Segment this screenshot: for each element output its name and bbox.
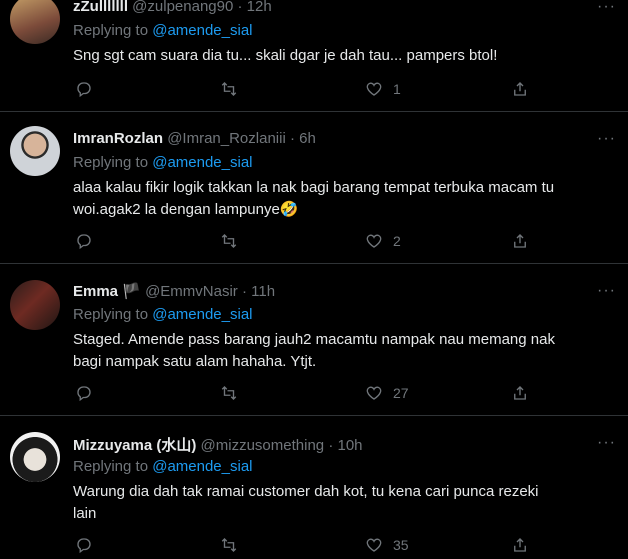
like-count: 35 xyxy=(393,537,409,553)
tweet-text-line: Staged. Amende pass barang jauh2 macamtu… xyxy=(73,331,555,348)
heart-icon xyxy=(366,234,382,248)
flag-icon: 🏴 xyxy=(122,283,141,300)
display-name[interactable]: ImranRozlan xyxy=(73,130,163,147)
share-button[interactable] xyxy=(511,384,529,402)
share-button[interactable] xyxy=(511,536,529,554)
separator: · xyxy=(328,437,334,454)
replying-to-handle[interactable]: @amende_sial xyxy=(152,458,252,475)
timestamp[interactable]: 10h xyxy=(337,437,362,454)
separator: · xyxy=(237,0,243,15)
separator: · xyxy=(241,283,247,300)
tweet-text: alaa kalau fikir logik takkan la nak bag… xyxy=(73,177,613,221)
replying-to-handle[interactable]: @amende_sial xyxy=(152,22,252,39)
timestamp[interactable]: 6h xyxy=(299,130,316,147)
heart-icon xyxy=(366,538,382,552)
tweet[interactable]: Emma 🏴 @EmmvNasir · 11h ··· Replying to … xyxy=(0,264,628,416)
tweet-text: Warung dia dah tak ramai customer dah ko… xyxy=(73,481,613,525)
retweet-button[interactable] xyxy=(220,536,238,554)
replying-to: Replying to @amende_sial xyxy=(73,458,253,475)
reply-icon xyxy=(77,82,91,98)
more-options-icon[interactable]: ··· xyxy=(597,0,616,16)
avatar[interactable] xyxy=(10,432,60,482)
avatar[interactable] xyxy=(10,126,60,176)
reply-icon xyxy=(77,234,91,250)
share-icon xyxy=(514,386,526,400)
tweet-text-line: Warung dia dah tak ramai customer dah ko… xyxy=(73,483,539,500)
user-handle[interactable]: @Imran_Rozlaniii xyxy=(167,130,286,147)
reply-button[interactable] xyxy=(75,384,93,402)
reply-icon xyxy=(77,538,91,554)
display-name[interactable]: Mizzuyama (水山) xyxy=(73,437,196,454)
timestamp[interactable]: 11h xyxy=(251,283,275,300)
retweet-icon xyxy=(221,386,237,400)
replying-to-label: Replying to xyxy=(73,306,149,323)
separator: · xyxy=(289,130,295,147)
tweet-text: Sng sgt cam suara dia tu... skali dgar j… xyxy=(73,45,613,67)
tweet-header: Mizzuyama (水山) @mizzusomething · 10h xyxy=(73,434,363,455)
like-count: 27 xyxy=(393,385,409,401)
replying-to-label: Replying to xyxy=(73,22,149,39)
reply-icon xyxy=(77,386,91,402)
display-name[interactable]: Emma xyxy=(73,283,118,300)
reply-button[interactable] xyxy=(75,232,93,250)
like-count: 2 xyxy=(393,233,401,249)
tweet-text-line: Sng sgt cam suara dia tu... skali dgar j… xyxy=(73,47,498,64)
display-name[interactable]: zZulllllll xyxy=(73,0,128,15)
retweet-icon xyxy=(221,82,237,96)
replying-to-handle[interactable]: @amende_sial xyxy=(152,306,252,323)
heart-icon xyxy=(366,82,382,96)
like-count: 1 xyxy=(393,81,401,97)
share-icon xyxy=(514,234,526,248)
tweet-header: zZulllllll @zulpenang90 · 12h xyxy=(73,0,272,15)
tweet-header: Emma 🏴 @EmmvNasir · 11h xyxy=(73,282,275,300)
share-icon xyxy=(514,538,526,552)
reply-button[interactable] xyxy=(75,80,93,98)
retweet-icon xyxy=(221,538,237,552)
tweet-text-line: bagi nampak satu alam hahaha. Ytjt. xyxy=(73,353,317,370)
share-button[interactable] xyxy=(511,80,529,98)
tweet[interactable]: zZulllllll @zulpenang90 · 12h ··· Replyi… xyxy=(0,0,628,112)
user-handle[interactable]: @zulpenang90 xyxy=(132,0,233,15)
replying-to-label: Replying to xyxy=(73,154,149,171)
tweet-header: ImranRozlan @Imran_Rozlaniii · 6h xyxy=(73,130,316,147)
retweet-button[interactable] xyxy=(220,80,238,98)
like-button[interactable]: 2 xyxy=(365,232,401,250)
like-button[interactable]: 35 xyxy=(365,536,409,554)
tweet-text: Staged. Amende pass barang jauh2 macamtu… xyxy=(73,329,613,373)
more-options-icon[interactable]: ··· xyxy=(597,282,616,300)
replying-to-label: Replying to xyxy=(73,458,149,475)
tweet-text-line: alaa kalau fikir logik takkan la nak bag… xyxy=(73,179,555,196)
tweet-text-line: lain xyxy=(73,505,97,522)
timestamp[interactable]: 12h xyxy=(247,0,272,15)
retweet-button[interactable] xyxy=(220,384,238,402)
like-button[interactable]: 27 xyxy=(365,384,409,402)
tweet-text-line: woi.agak2 la dengan lampunye🤣 xyxy=(73,201,299,218)
more-options-icon[interactable]: ··· xyxy=(597,130,616,148)
user-handle[interactable]: @mizzusomething xyxy=(201,437,325,454)
avatar[interactable] xyxy=(10,280,60,330)
replying-to: Replying to @amende_sial xyxy=(73,22,253,39)
replying-to-handle[interactable]: @amende_sial xyxy=(152,154,252,171)
like-button[interactable]: 1 xyxy=(365,80,401,98)
tweet[interactable]: ImranRozlan @Imran_Rozlaniii · 6h ··· Re… xyxy=(0,112,628,264)
share-button[interactable] xyxy=(511,232,529,250)
heart-icon xyxy=(366,386,382,400)
replying-to: Replying to @amende_sial xyxy=(73,306,253,323)
avatar[interactable] xyxy=(10,0,60,44)
retweet-button[interactable] xyxy=(220,232,238,250)
user-handle[interactable]: @EmmvNasir xyxy=(145,283,238,300)
tweet[interactable]: Mizzuyama (水山) @mizzusomething · 10h ···… xyxy=(0,416,628,559)
retweet-icon xyxy=(221,234,237,248)
more-options-icon[interactable]: ··· xyxy=(597,434,616,452)
reply-button[interactable] xyxy=(75,536,93,554)
replying-to: Replying to @amende_sial xyxy=(73,154,253,171)
share-icon xyxy=(514,82,526,96)
